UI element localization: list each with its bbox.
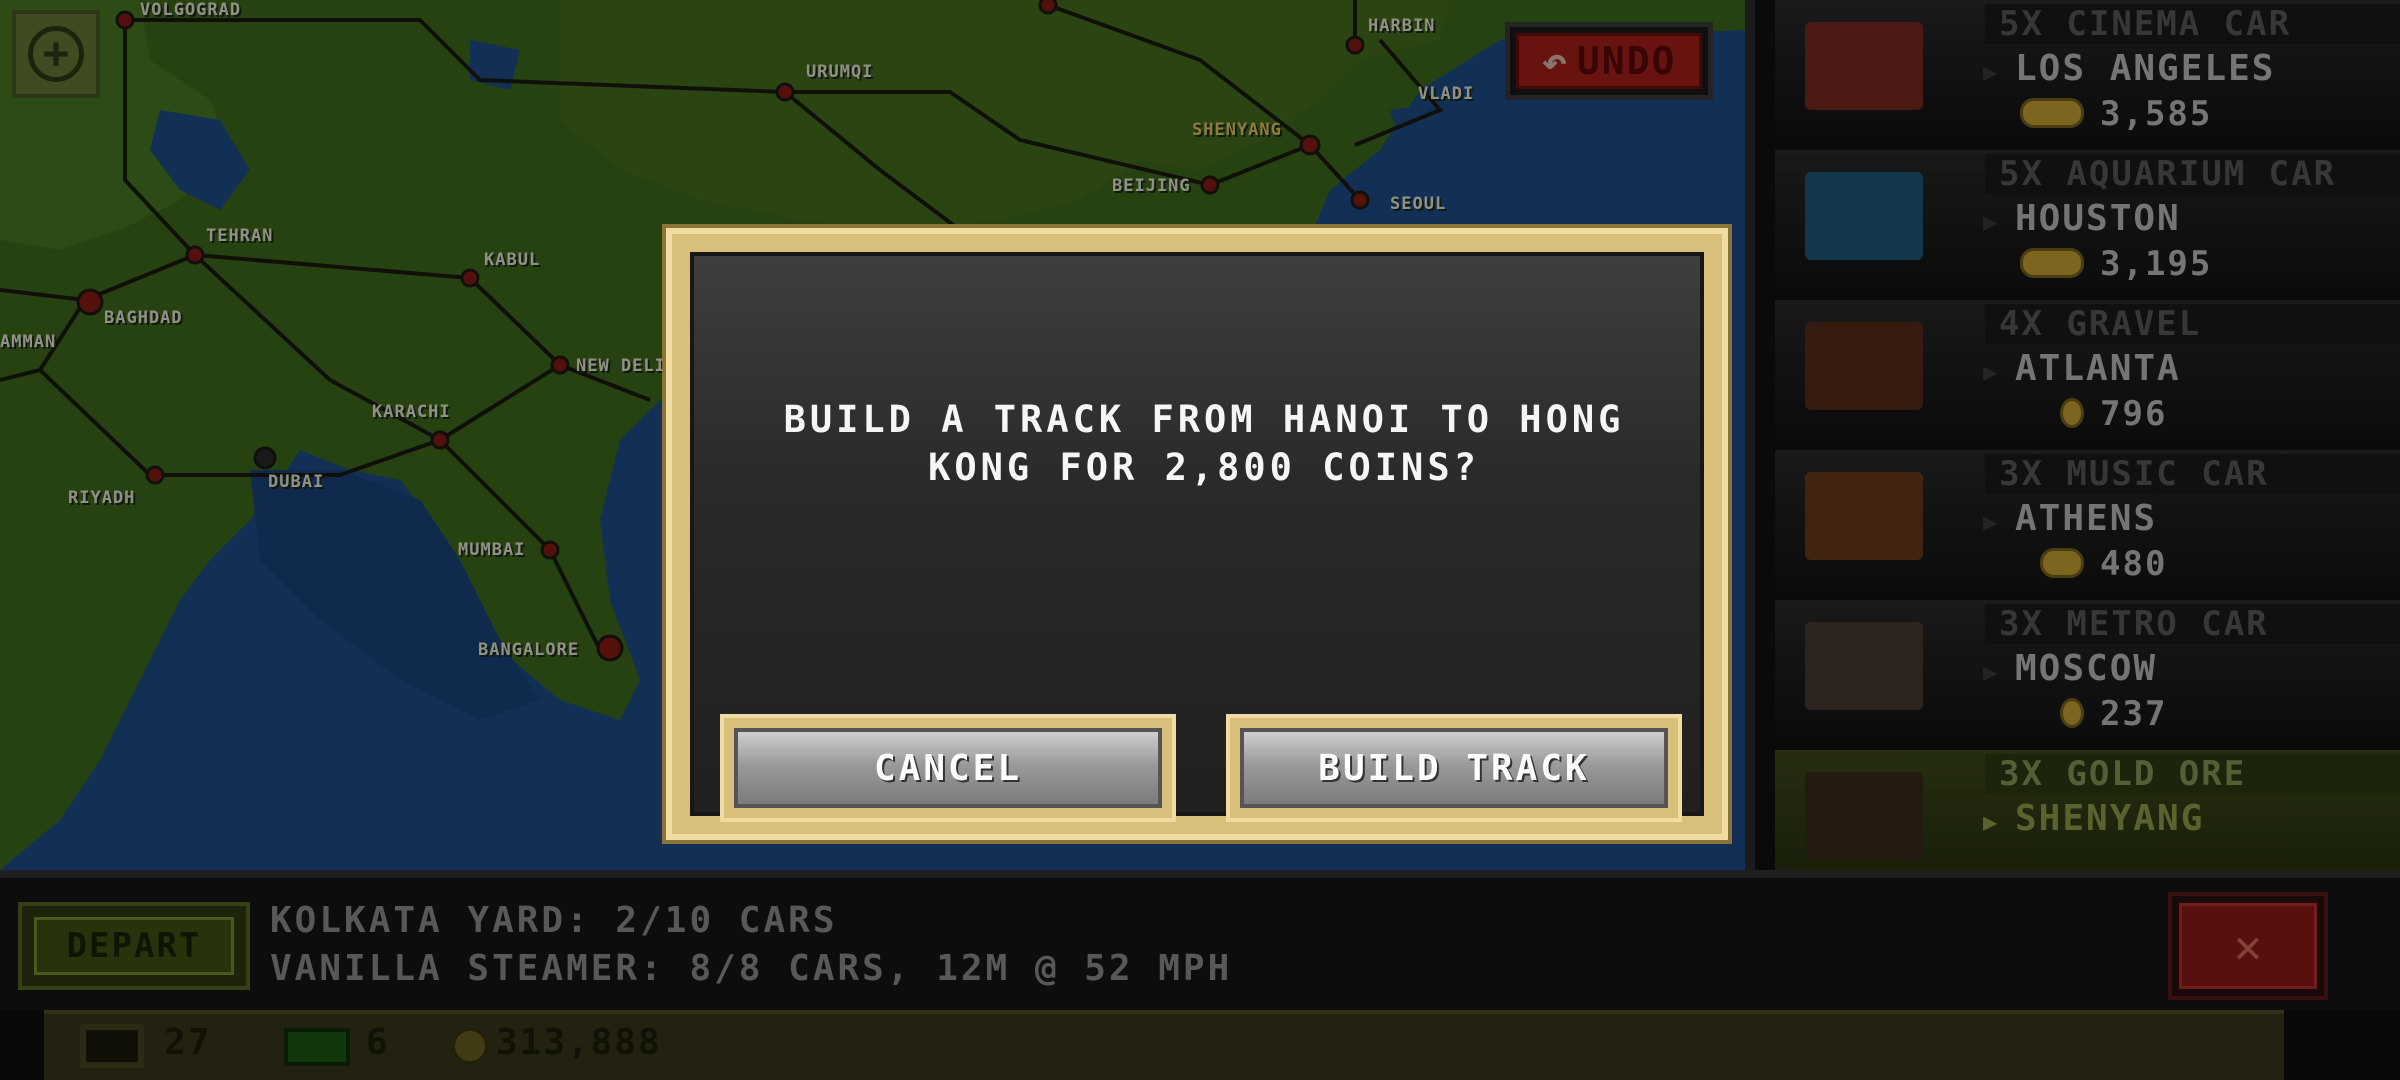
build-track-dialog: BUILD A TRACK FROM HANOI TO HONG KONG FO… [666, 228, 1728, 840]
dialog-panel: BUILD A TRACK FROM HANOI TO HONG KONG FO… [690, 252, 1704, 822]
cancel-label: CANCEL [734, 728, 1162, 808]
build-track-button[interactable]: BUILD TRACK [1226, 714, 1682, 822]
build-track-label: BUILD TRACK [1240, 728, 1668, 808]
dialog-message-line: KONG FOR 2,800 COINS? [928, 446, 1480, 489]
dialog-message-line: BUILD A TRACK FROM HANOI TO HONG [783, 398, 1625, 441]
cancel-button[interactable]: CANCEL [720, 714, 1176, 822]
dialog-message: BUILD A TRACK FROM HANOI TO HONG KONG FO… [754, 396, 1654, 492]
